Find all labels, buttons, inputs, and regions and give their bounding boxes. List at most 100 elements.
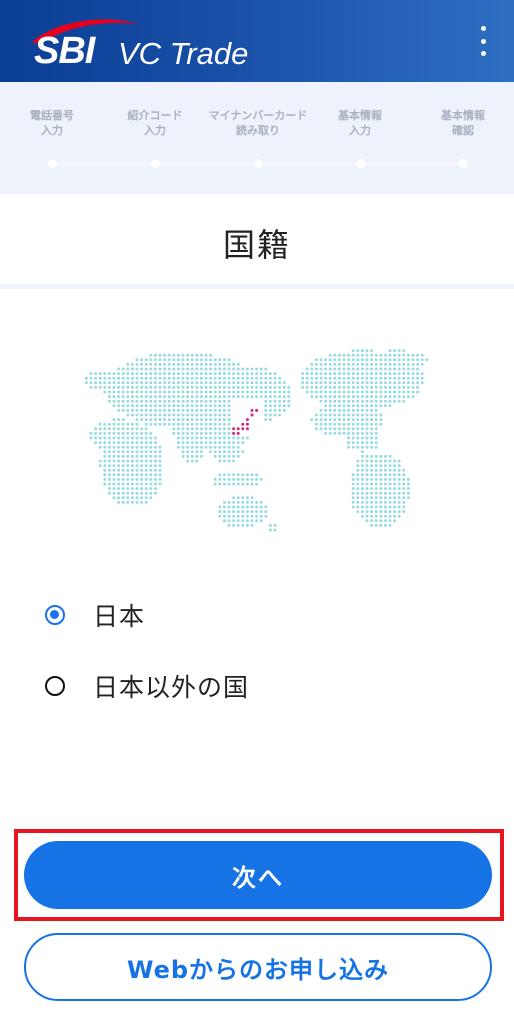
map-dot <box>402 353 406 357</box>
map-dot <box>301 376 305 380</box>
map-dot <box>227 381 231 385</box>
map-dot <box>213 408 217 412</box>
map-dot <box>126 500 130 504</box>
map-dot <box>356 487 360 491</box>
map-dot <box>103 385 107 389</box>
map-dot <box>360 399 364 403</box>
map-dot <box>140 491 144 495</box>
map-dot <box>199 422 203 426</box>
map-dot <box>351 390 355 394</box>
map-dot <box>383 519 387 523</box>
map-dot <box>195 445 199 449</box>
map-dot <box>370 390 374 394</box>
map-dot <box>402 473 406 477</box>
map-dot <box>416 385 420 389</box>
map-dot <box>305 390 309 394</box>
step-label-line1: マイナンバーカード <box>208 109 308 122</box>
map-dot <box>241 523 245 527</box>
map-dot <box>213 372 217 376</box>
map-dot <box>406 482 410 486</box>
map-dot <box>186 454 190 458</box>
map-dot <box>158 367 162 371</box>
map-dot <box>351 482 355 486</box>
map-dot <box>232 381 236 385</box>
map-dot <box>250 372 254 376</box>
map-dot <box>388 404 392 408</box>
map-dot <box>209 372 213 376</box>
map-dot <box>153 445 157 449</box>
nationality-option-japan[interactable]: 日本 <box>45 597 145 633</box>
radio-unchecked-icon[interactable] <box>45 676 65 696</box>
map-dot <box>199 445 203 449</box>
map-dot <box>314 376 318 380</box>
map-dot <box>374 376 378 380</box>
map-dot <box>213 418 217 422</box>
map-dot <box>222 482 226 486</box>
map-dot <box>342 390 346 394</box>
map-dot <box>337 367 341 371</box>
map-dot <box>360 431 364 435</box>
map-dot <box>140 362 144 366</box>
map-dot <box>98 441 102 445</box>
web-application-button[interactable]: Webからのお申し込み <box>24 933 492 1001</box>
map-dot <box>351 422 355 426</box>
map-dot <box>126 404 130 408</box>
map-dot <box>98 385 102 389</box>
map-dot <box>347 372 351 376</box>
map-dot <box>190 381 194 385</box>
map-dot <box>360 385 364 389</box>
map-dot <box>255 505 259 509</box>
map-dot <box>117 367 121 371</box>
map-dot <box>140 390 144 394</box>
map-dot <box>393 349 397 353</box>
map-dot <box>314 381 318 385</box>
map-dot <box>121 372 125 376</box>
map-dot <box>259 381 263 385</box>
map-dot <box>388 399 392 403</box>
map-dot <box>172 395 176 399</box>
map-dot <box>190 454 194 458</box>
map-dot <box>319 399 323 403</box>
map-dot <box>236 519 240 523</box>
map-dot <box>245 477 249 481</box>
vertical-ellipsis-icon[interactable] <box>474 26 492 56</box>
map-dot <box>250 395 254 399</box>
map-dot <box>153 385 157 389</box>
map-dot <box>163 390 167 394</box>
map-dot <box>149 381 153 385</box>
map-dot <box>342 399 346 403</box>
map-dot <box>163 367 167 371</box>
map-dot <box>222 399 226 403</box>
map-dot <box>287 390 291 394</box>
map-dot <box>126 399 130 403</box>
map-dot <box>186 413 190 417</box>
map-dot <box>232 376 236 380</box>
map-dot-japan <box>255 408 259 412</box>
map-dot <box>393 459 397 463</box>
map-dot <box>236 482 240 486</box>
map-dot <box>264 418 268 422</box>
map-dot <box>135 459 139 463</box>
map-dot <box>227 523 231 527</box>
map-dot <box>319 385 323 389</box>
map-dot <box>393 505 397 509</box>
next-button[interactable]: 次へ <box>24 841 492 909</box>
map-dot <box>337 395 341 399</box>
map-dot <box>365 441 369 445</box>
map-dot <box>181 385 185 389</box>
map-dot <box>351 473 355 477</box>
map-dot <box>250 514 254 518</box>
map-dot <box>121 473 125 477</box>
nationality-option-other[interactable]: 日本以外の国 <box>45 668 249 704</box>
map-dot <box>342 381 346 385</box>
map-dot <box>149 376 153 380</box>
map-dot <box>360 413 364 417</box>
map-dot <box>167 399 171 403</box>
logo-product-text: VC Trade <box>118 36 249 71</box>
title-section: 国籍 <box>0 194 514 284</box>
map-dot <box>103 477 107 481</box>
map-dot <box>190 358 194 362</box>
step-label-line2: 入力 <box>41 124 63 137</box>
map-dot <box>393 491 397 495</box>
radio-checked-icon[interactable] <box>45 605 65 625</box>
